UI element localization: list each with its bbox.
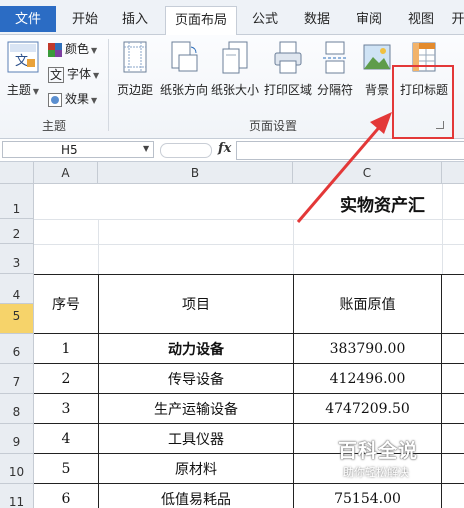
annotation-arrow — [296, 112, 392, 223]
watermark-title: 百科全说 — [338, 440, 419, 462]
watermark-subtitle: 助你轻松解决 — [343, 466, 409, 479]
watermark: 百科全说 助你轻松解决 — [316, 436, 444, 486]
